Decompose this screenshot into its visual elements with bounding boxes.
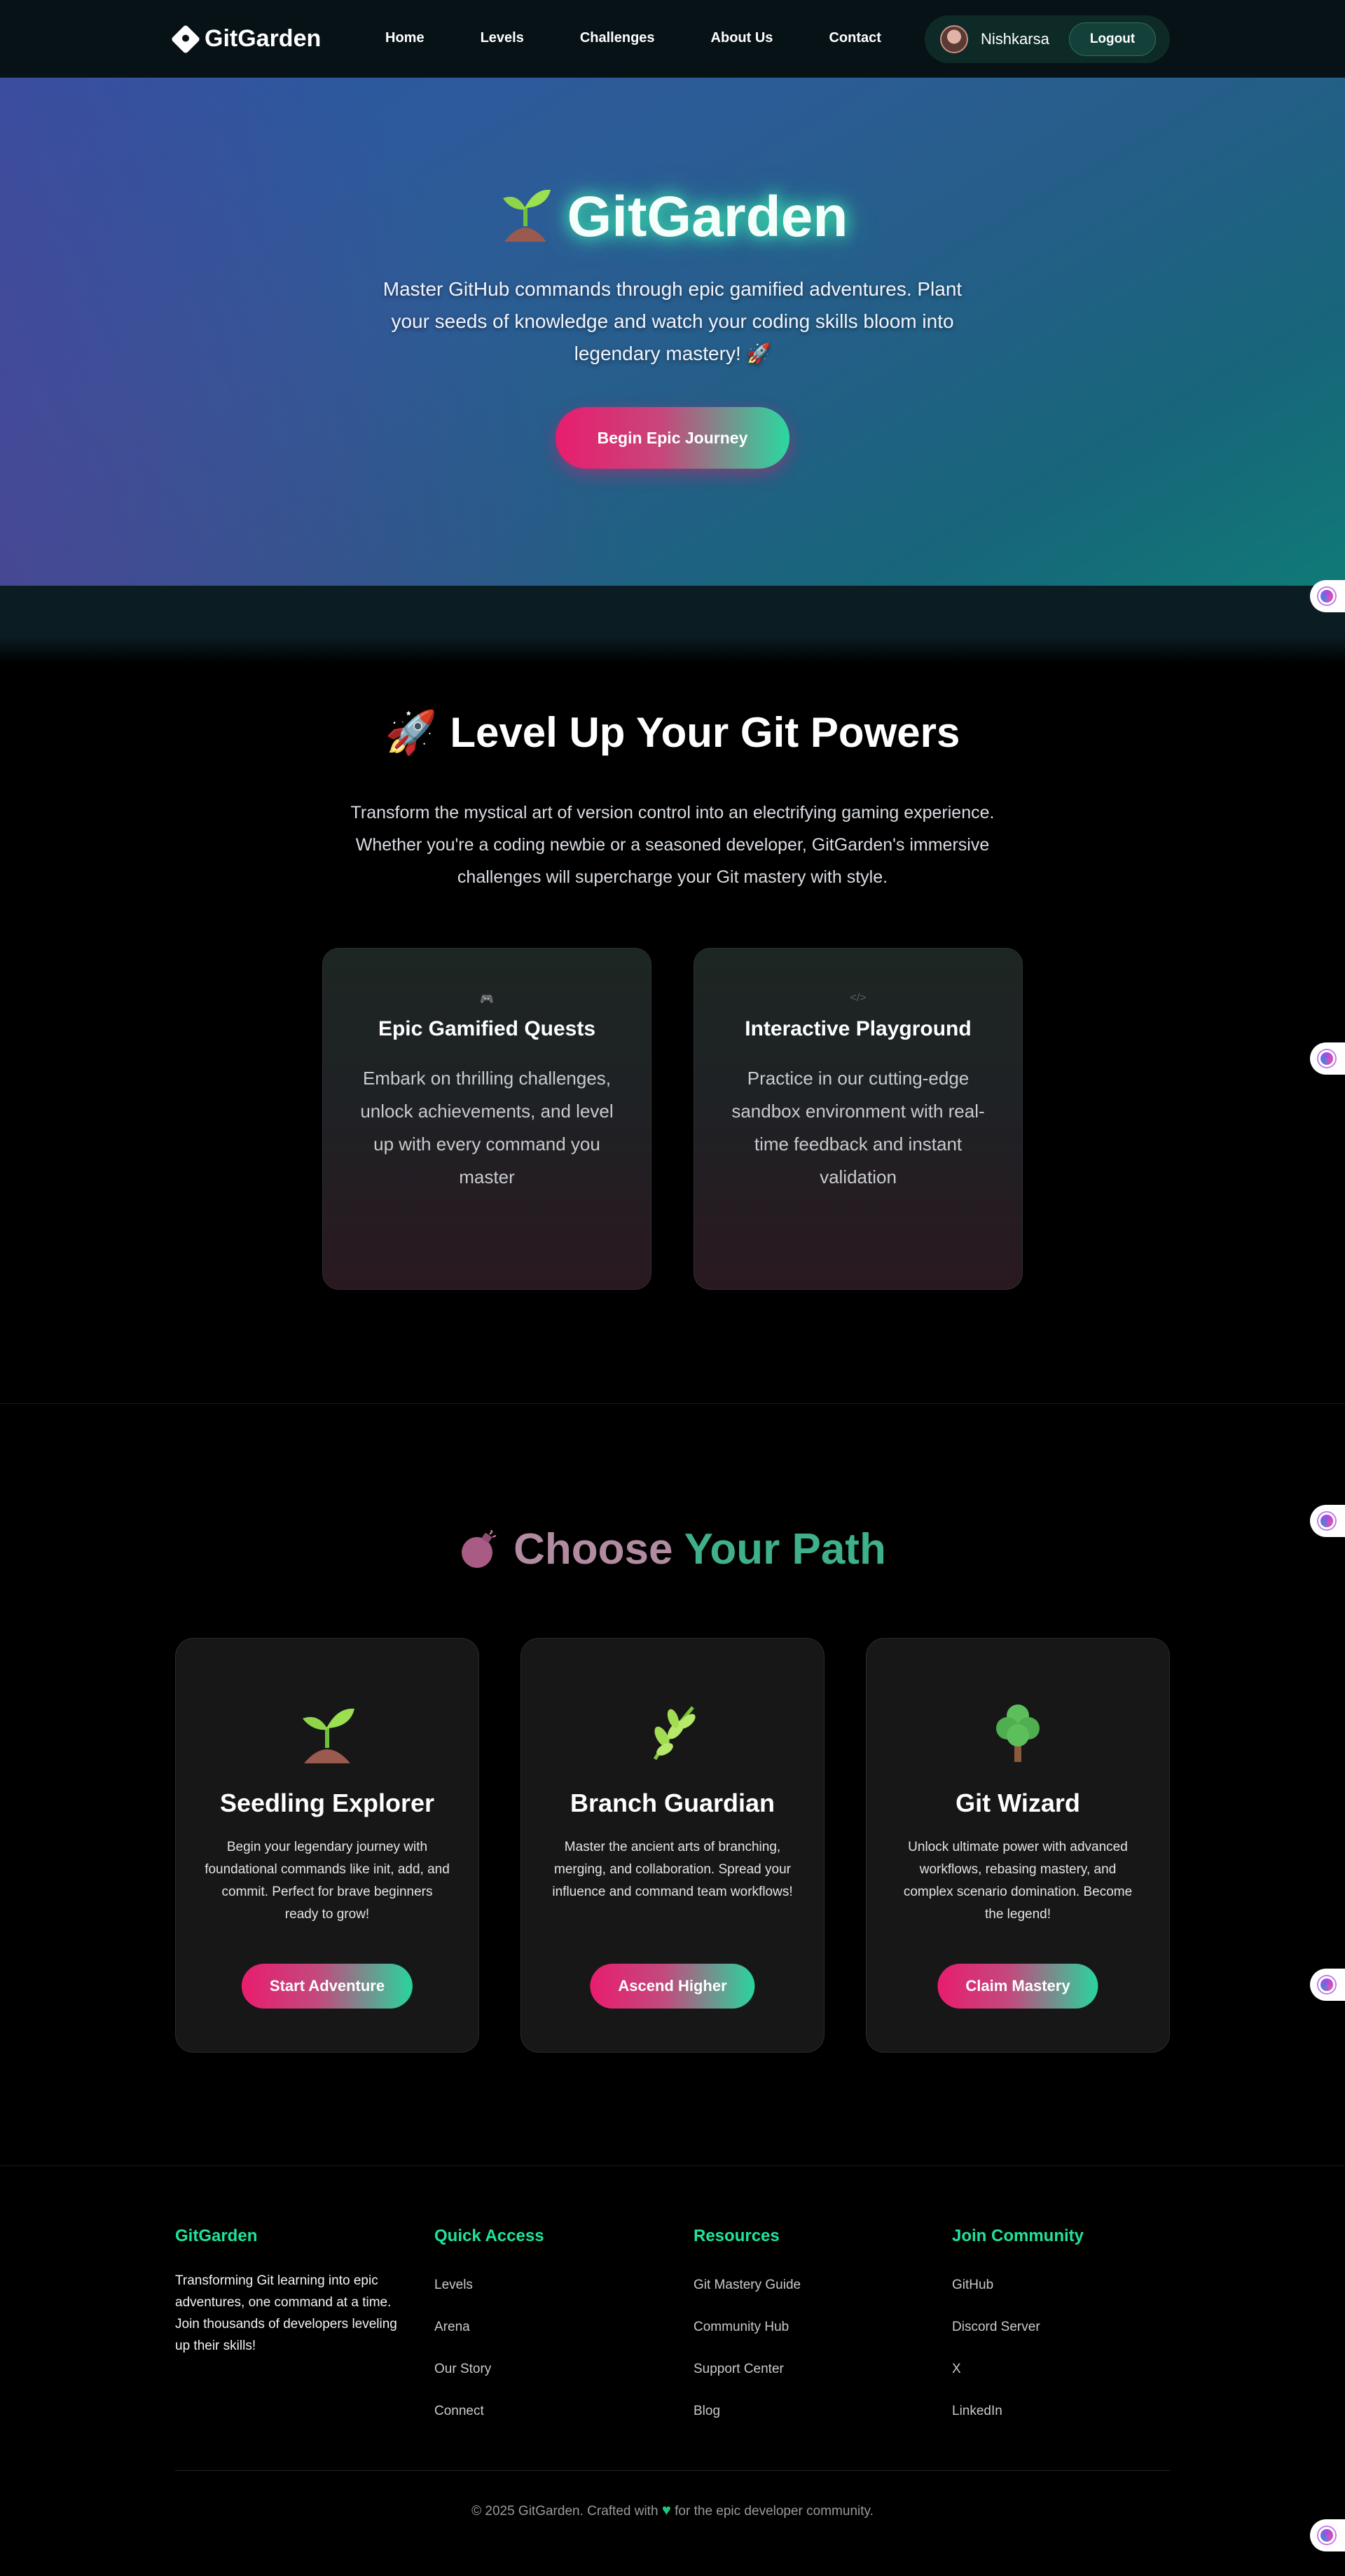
path-card-seedling: Seedling Explorer Begin your legendary j… bbox=[175, 1638, 479, 2053]
footer-heading: Resources bbox=[694, 2226, 780, 2245]
brand-logo[interactable]: GitGarden bbox=[170, 24, 322, 54]
footer-community: Join Community GitHub Discord Server X L… bbox=[952, 2226, 1084, 2438]
tree-icon bbox=[986, 1700, 1049, 1763]
path-title: Branch Guardian bbox=[570, 1789, 775, 1817]
hero-title-text: GitGarden bbox=[567, 185, 848, 249]
bomb-icon bbox=[459, 1529, 498, 1569]
hero-subtitle: Master GitHub commands through epic gami… bbox=[382, 278, 963, 364]
hero-fade bbox=[0, 636, 1345, 664]
path-description: Begin your legendary journey with founda… bbox=[205, 1840, 450, 1922]
nav-link-home[interactable]: Home bbox=[385, 30, 425, 46]
footer-link-git-mastery-guide[interactable]: Git Mastery Guide bbox=[694, 2270, 801, 2312]
feature-description: Practice in our cutting-edge sandbox env… bbox=[731, 1068, 985, 1187]
brain-icon bbox=[1318, 2527, 1335, 2544]
gamepad-icon: 🎮 bbox=[480, 993, 494, 1005]
herb-icon bbox=[641, 1700, 704, 1763]
footer-heading: Quick Access bbox=[434, 2226, 544, 2245]
footer-link-community-hub[interactable]: Community Hub bbox=[694, 2312, 801, 2354]
footer-heading: Join Community bbox=[952, 2226, 1084, 2245]
avatar[interactable] bbox=[940, 25, 968, 53]
path-description: Master the ancient arts of branching, me… bbox=[552, 1840, 793, 1899]
nav-links: Home Levels Challenges About Us Contact bbox=[385, 30, 937, 46]
brand-name: GitGarden bbox=[205, 25, 322, 52]
footer-bottom-divider bbox=[175, 2470, 1170, 2471]
code-icon: </> bbox=[850, 992, 867, 1004]
ascend-higher-button[interactable]: Ascend Higher bbox=[590, 1964, 755, 2009]
footer-link-github[interactable]: GitHub bbox=[952, 2270, 1084, 2312]
feature-card-quests: 🎮 Epic Gamified Quests Embark on thrilli… bbox=[322, 948, 651, 1290]
nav-link-levels[interactable]: Levels bbox=[481, 30, 524, 46]
footer-link-levels[interactable]: Levels bbox=[434, 2270, 544, 2312]
extension-widget[interactable] bbox=[1310, 1505, 1345, 1537]
feature-card-playground: </> Interactive Playground Practice in o… bbox=[694, 948, 1023, 1290]
path-card-wizard: Git Wizard Unlock ultimate power with ad… bbox=[866, 1638, 1170, 2053]
brain-icon bbox=[1318, 588, 1335, 605]
brain-icon bbox=[1318, 1050, 1335, 1067]
copyright-text-pre: © 2025 GitGarden. Crafted with bbox=[471, 2504, 658, 2519]
footer-link-our-story[interactable]: Our Story bbox=[434, 2354, 544, 2396]
user-name: Nishkarsa bbox=[981, 30, 1049, 48]
hero-section: GitGarden Master GitHub commands through… bbox=[0, 78, 1345, 586]
copyright: © 2025 GitGarden. Crafted with ♥ for the… bbox=[0, 2501, 1345, 2519]
begin-journey-button[interactable]: Begin Epic Journey bbox=[556, 407, 789, 469]
choose-path-title-word2: Your Path bbox=[684, 1525, 886, 1573]
section-divider bbox=[0, 1403, 1345, 1404]
level-up-title: 🚀 Level Up Your Git Powers bbox=[0, 708, 1345, 757]
choose-path-title-word1: Choose bbox=[513, 1525, 673, 1573]
footer-link-linkedin[interactable]: LinkedIn bbox=[952, 2396, 1084, 2438]
seedling-icon bbox=[497, 183, 553, 242]
footer-link-arena[interactable]: Arena bbox=[434, 2312, 544, 2354]
level-up-description: Transform the mystical art of version co… bbox=[350, 803, 995, 887]
seedling-icon bbox=[296, 1700, 359, 1763]
choose-path-title: Choose Your Path bbox=[0, 1524, 1345, 1574]
start-adventure-button[interactable]: Start Adventure bbox=[241, 1964, 413, 2009]
footer-quick-access: Quick Access Levels Arena Our Story Conn… bbox=[434, 2226, 544, 2438]
extension-widget[interactable] bbox=[1310, 580, 1345, 612]
footer-brand-column: GitGarden Transforming Git learning into… bbox=[175, 2226, 399, 2357]
footer-link-blog[interactable]: Blog bbox=[694, 2396, 801, 2438]
feature-title: Interactive Playground bbox=[745, 1017, 972, 1040]
extension-widget[interactable] bbox=[1310, 2519, 1345, 2551]
level-up-title-text: Level Up Your Git Powers bbox=[450, 709, 960, 756]
logout-button[interactable]: Logout bbox=[1069, 22, 1156, 56]
path-title: Seedling Explorer bbox=[219, 1789, 435, 1817]
path-description: Unlock ultimate power with advanced work… bbox=[903, 1840, 1133, 1922]
user-menu: Nishkarsa Logout bbox=[925, 15, 1170, 63]
brain-icon bbox=[1318, 1976, 1335, 1993]
extension-widget[interactable] bbox=[1310, 1969, 1345, 2001]
nav-link-challenges[interactable]: Challenges bbox=[580, 30, 655, 46]
feature-title: Epic Gamified Quests bbox=[378, 1017, 596, 1040]
hero-bottom-strip bbox=[0, 586, 1345, 636]
path-card-branch: Branch Guardian Master the ancient arts … bbox=[520, 1638, 825, 2053]
footer-link-x[interactable]: X bbox=[952, 2354, 1084, 2396]
hero-title: GitGarden bbox=[0, 183, 1345, 250]
claim-mastery-button[interactable]: Claim Mastery bbox=[937, 1964, 1098, 2009]
copyright-text-post: for the epic developer community. bbox=[675, 2504, 874, 2519]
nav-link-contact[interactable]: Contact bbox=[829, 30, 881, 46]
heart-icon: ♥ bbox=[661, 2501, 671, 2519]
nav-link-about-us[interactable]: About Us bbox=[711, 30, 773, 46]
feature-description: Embark on thrilling challenges, unlock a… bbox=[360, 1068, 614, 1187]
footer-tagline: Transforming Git learning into epic adve… bbox=[175, 2273, 397, 2353]
top-navbar: GitGarden Home Levels Challenges About U… bbox=[0, 0, 1345, 78]
path-title: Git Wizard bbox=[956, 1789, 1080, 1817]
footer-link-discord[interactable]: Discord Server bbox=[952, 2312, 1084, 2354]
footer-brand: GitGarden bbox=[175, 2226, 258, 2245]
brain-icon bbox=[1318, 1513, 1335, 1529]
footer-divider bbox=[0, 2165, 1345, 2166]
footer-link-support-center[interactable]: Support Center bbox=[694, 2354, 801, 2396]
git-diamond-icon bbox=[170, 24, 201, 54]
footer-resources: Resources Git Mastery Guide Community Hu… bbox=[694, 2226, 801, 2438]
rocket-icon: 🚀 bbox=[385, 709, 438, 756]
extension-widget[interactable] bbox=[1310, 1042, 1345, 1075]
footer-link-connect[interactable]: Connect bbox=[434, 2396, 544, 2438]
